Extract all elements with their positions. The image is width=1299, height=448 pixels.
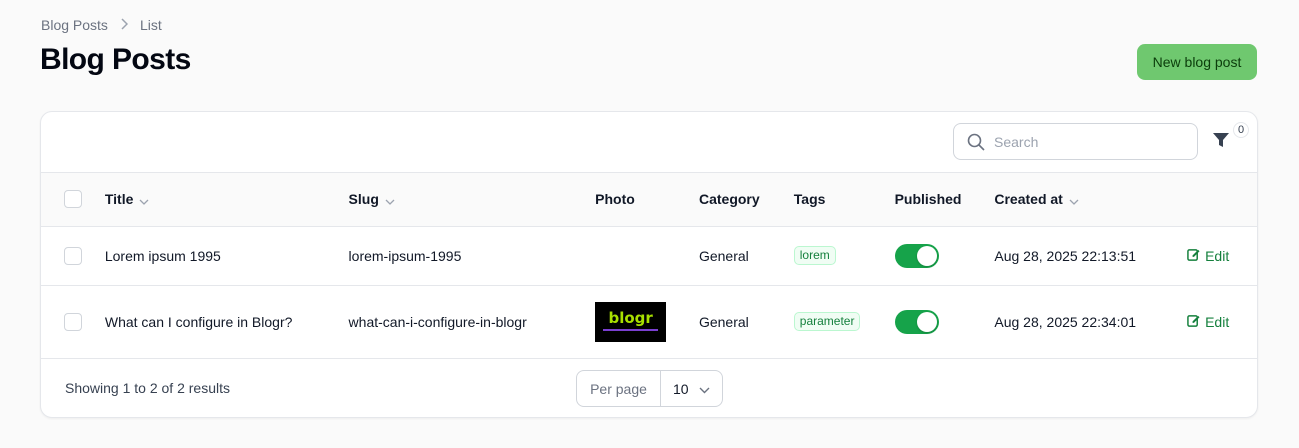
filter-count-badge: 0 <box>1233 122 1249 138</box>
blog-posts-table-card: 0 Title Slug Photo Category Tags Publish… <box>40 111 1258 418</box>
breadcrumb-blog-posts[interactable]: Blog Posts <box>41 17 108 33</box>
blogr-logo: blogr <box>608 308 653 327</box>
search-box <box>953 123 1198 160</box>
column-category: Category <box>698 191 760 208</box>
per-page-label: Per page <box>577 371 661 406</box>
funnel-icon <box>1211 133 1231 154</box>
chevron-right-icon <box>120 17 128 33</box>
chevron-down-icon <box>385 192 395 208</box>
column-published: Published <box>894 191 962 208</box>
breadcrumb: Blog Posts List <box>41 17 162 33</box>
column-photo: Photo <box>595 191 635 208</box>
table-toolbar: 0 <box>41 112 1257 173</box>
search-input[interactable] <box>994 124 1189 159</box>
table-row: What can I configure in Blogr? what-can-… <box>41 285 1257 358</box>
pagination-summary: Showing 1 to 2 of 2 results <box>65 380 230 396</box>
search-icon <box>967 133 985 156</box>
edit-button[interactable]: Edit <box>1187 314 1229 330</box>
post-thumbnail: blogr <box>595 301 667 342</box>
table-header-row: Title Slug Photo Category Tags Published… <box>41 173 1257 226</box>
tag-badge: parameter <box>793 312 861 331</box>
cell-created-at: Aug 28, 2025 22:13:51 <box>994 247 1137 264</box>
published-toggle[interactable] <box>894 243 939 268</box>
cell-title[interactable]: What can I configure in Blogr? <box>105 285 349 358</box>
row-checkbox[interactable] <box>64 246 82 265</box>
edit-icon <box>1187 314 1200 330</box>
column-slug[interactable]: Slug <box>349 173 596 226</box>
filter-button[interactable]: 0 <box>1211 122 1249 156</box>
cell-slug: lorem-ipsum-1995 <box>348 247 462 264</box>
per-page-select[interactable]: Per page 10 <box>576 370 723 407</box>
chevron-down-icon <box>699 381 710 397</box>
cell-category: General <box>698 313 749 330</box>
column-created-at[interactable]: Created at <box>994 173 1187 226</box>
chevron-down-icon <box>1069 192 1079 208</box>
per-page-value[interactable]: 10 <box>661 371 722 406</box>
blog-posts-table: Title Slug Photo Category Tags Published… <box>41 173 1257 359</box>
row-checkbox[interactable] <box>64 312 82 331</box>
cell-category: General <box>698 247 749 264</box>
edit-icon <box>1187 248 1200 264</box>
published-toggle[interactable] <box>894 309 939 334</box>
select-all-checkbox[interactable] <box>64 190 82 209</box>
chevron-down-icon <box>139 192 149 208</box>
cell-slug: what-can-i-configure-in-blogr <box>348 313 527 330</box>
table-row: Lorem ipsum 1995 lorem-ipsum-1995 Genera… <box>41 226 1257 285</box>
cell-created-at: Aug 28, 2025 22:34:01 <box>994 313 1137 330</box>
cell-title[interactable]: Lorem ipsum 1995 <box>105 226 349 285</box>
column-tags: Tags <box>793 191 826 208</box>
new-blog-post-button[interactable]: New blog post <box>1137 44 1257 80</box>
edit-button[interactable]: Edit <box>1187 248 1229 264</box>
breadcrumb-current: List <box>139 17 162 33</box>
cell-photo <box>595 226 699 285</box>
tag-badge: lorem <box>793 246 836 265</box>
page-title: Blog Posts <box>40 43 191 76</box>
table-footer: Showing 1 to 2 of 2 results Per page 10 <box>41 358 1257 417</box>
column-title[interactable]: Title <box>105 173 349 226</box>
